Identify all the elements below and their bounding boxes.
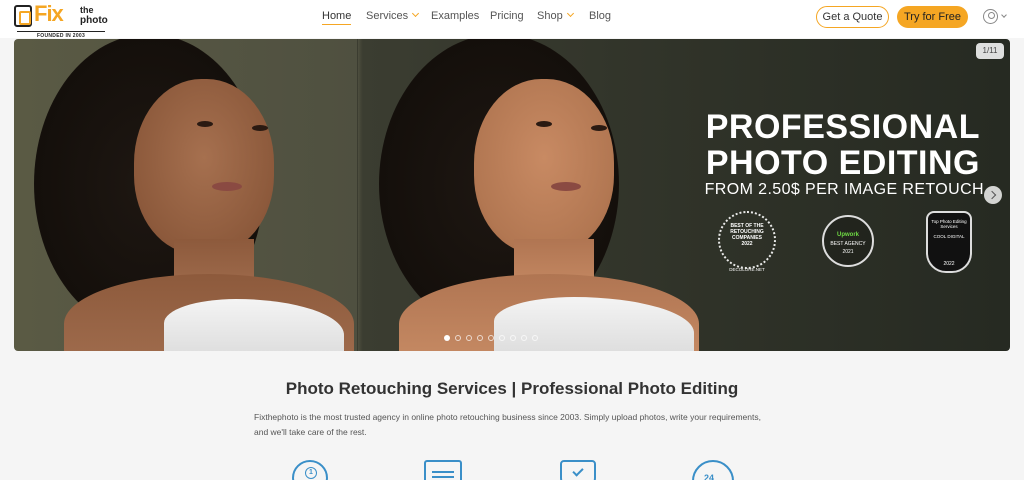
page-title: Photo Retouching Services | Professional… [285, 379, 739, 398]
nav-shop-label: Shop [537, 10, 563, 22]
logo-the-text: the [80, 5, 94, 15]
upwork-badge-year: 2021 [842, 249, 854, 255]
before-after-divider [357, 39, 358, 351]
slider-dots [444, 335, 538, 341]
cool-digital-award-badge: Top Photo Editing Services COOL DIGITAL 2… [920, 211, 976, 277]
slider-dot[interactable] [488, 335, 494, 341]
slider-dot[interactable] [444, 335, 450, 341]
clock-24h-icon: 24 [692, 460, 734, 480]
logo-camera-icon [14, 5, 32, 27]
slider-dot[interactable] [521, 335, 527, 341]
hero-headline-line1: PROFESSIONAL [705, 108, 980, 146]
medal-number: 1 [305, 467, 317, 479]
hero-slider[interactable]: 1/11 PROFESSIONAL PHOTO EDITING FROM 2.5… [14, 39, 1010, 351]
get-quote-button[interactable]: Get a Quote [816, 6, 889, 28]
chevron-down-icon[interactable] [1001, 12, 1007, 18]
decolore-badge-source: DECOLORE.NET [729, 267, 765, 272]
site-header: Fix the photo FOUNDED IN 2003 Home Servi… [0, 0, 1024, 39]
upwork-badge-title: BEST AGENCY [830, 241, 866, 247]
nav-shop[interactable]: Shop [537, 9, 574, 22]
hero-subline: FROM 2.50$ PER IMAGE RETOUCH [704, 181, 984, 198]
decolore-badge-title: BEST OF THE RETOUCHING COMPANIES 2022 [730, 223, 764, 247]
nav-home[interactable]: Home [322, 10, 352, 25]
document-icon [424, 460, 462, 480]
hero-headline-line2: PHOTO EDITING [705, 144, 980, 182]
hero-headline: PROFESSIONAL PHOTO EDITING [680, 109, 980, 181]
logo-founded-text: FOUNDED IN 2003 [17, 31, 105, 39]
cool-digital-badge-title: Top Photo Editing Services COOL DIGITAL [931, 219, 967, 239]
slider-dot[interactable] [466, 335, 472, 341]
clock-label: 24 [704, 473, 715, 480]
nav-services-label: Services [366, 10, 409, 22]
fixthephoto-logo[interactable]: Fix the photo FOUNDED IN 2003 [14, 1, 114, 39]
decolore-award-badge: BEST OF THE RETOUCHING COMPANIES 2022 DEC… [714, 211, 780, 277]
slide-counter: 1/11 [976, 43, 1004, 59]
logo-photo-text: photo [80, 15, 108, 26]
next-slide-button[interactable] [984, 186, 1002, 204]
slider-dot[interactable] [499, 335, 505, 341]
cool-digital-badge-year: 2022 [943, 261, 955, 267]
user-circle-icon[interactable] [983, 9, 998, 24]
logo-fix-text: Fix [34, 1, 64, 26]
upwork-award-badge: Upwork BEST AGENCY 2021 [822, 215, 878, 271]
slider-dot[interactable] [532, 335, 538, 341]
chevron-down-icon [412, 9, 420, 18]
nav-examples[interactable]: Examples [431, 10, 479, 22]
nav-pricing[interactable]: Pricing [490, 10, 524, 22]
try-for-free-button[interactable]: Try for Free [897, 6, 968, 28]
intro-text: Fixthephoto is the most trusted agency i… [254, 412, 761, 437]
nav-services[interactable]: Services [366, 9, 420, 22]
medal-icon: 1 [292, 460, 328, 480]
chevron-down-icon [566, 9, 574, 18]
slider-dot[interactable] [477, 335, 483, 341]
shield-check-icon [560, 460, 596, 480]
nav-blog[interactable]: Blog [589, 10, 611, 22]
slider-dot[interactable] [510, 335, 516, 341]
slider-dot[interactable] [455, 335, 461, 341]
upwork-badge-brand: Upwork [836, 232, 859, 238]
